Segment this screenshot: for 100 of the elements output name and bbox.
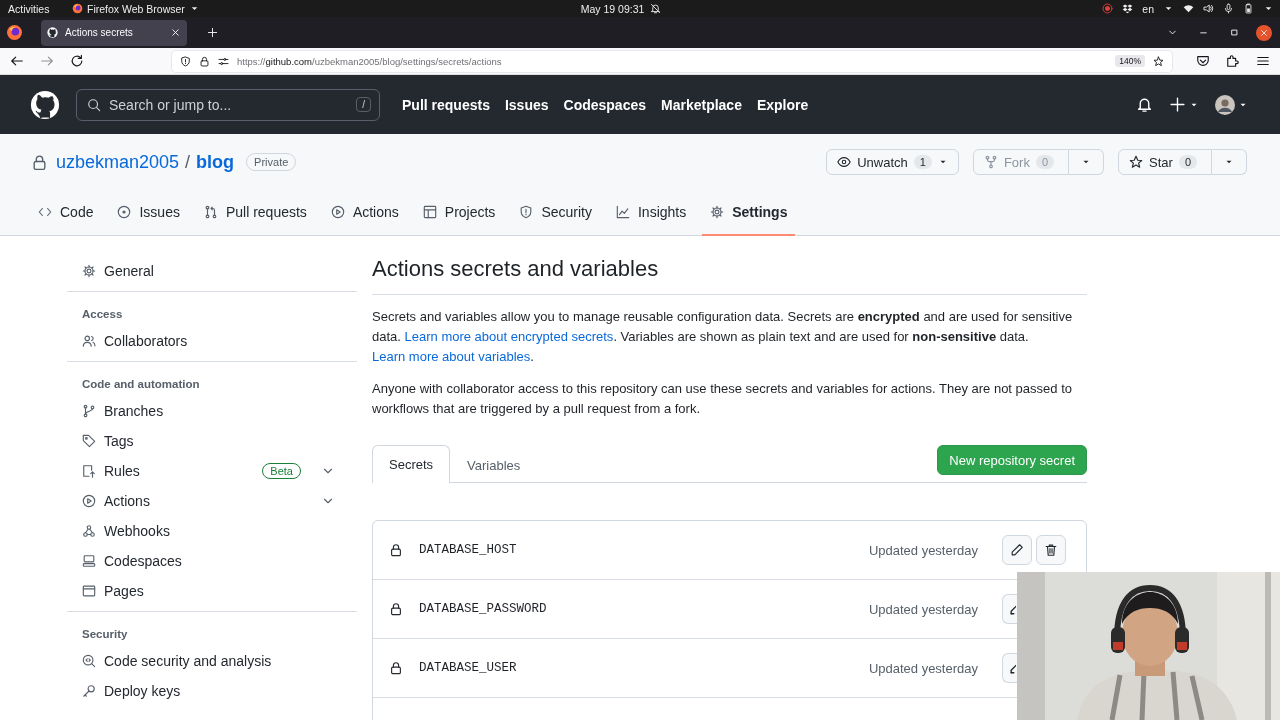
updated-text: Updated yesterday (868, 601, 978, 617)
restore-icon (1229, 27, 1240, 38)
codespaces-icon (82, 554, 96, 568)
secret-name: DATABASE_PASSWORD (419, 602, 547, 616)
volume-icon (1203, 3, 1214, 14)
reload-icon (70, 54, 84, 68)
counter: 1 (913, 155, 932, 169)
play-icon (330, 205, 345, 219)
sidebar-item[interactable]: Pages (67, 576, 357, 606)
section-heading: Access (81, 307, 124, 322)
sidebar-item[interactable]: Tags (67, 426, 357, 456)
activities-button[interactable]: Activities (8, 2, 72, 15)
avatar[interactable] (1215, 94, 1235, 115)
wifi-icon (1183, 3, 1194, 14)
description-text: Secrets and variables allow you to manage reusable configuration data. Secrets are encrypted and are used for sensitive data. Learn more about encrypted secrets. Variables are shown as plain text and are used for non-sensitive data. Learn more about variables. (372, 308, 1074, 366)
repo-tab[interactable]: Actions (322, 190, 407, 236)
sidebar-item[interactable]: Collaborators (67, 326, 357, 356)
nav-link[interactable]: Explore (756, 96, 809, 113)
counter: 0 (1035, 155, 1055, 169)
sidebar-item[interactable]: Codespaces (67, 546, 357, 576)
dropbox-icon (1122, 3, 1134, 14)
rules-icon (82, 464, 96, 478)
record-icon (1102, 3, 1114, 14)
description-text: Anyone with collaborator access to this repository can use these secrets and variables for actions. They are not passed to workflows that are triggered by a pull request from a fork. (372, 380, 1073, 418)
updated-text: Updated yesterday (868, 660, 978, 676)
github-icon (47, 27, 58, 38)
repo-tab[interactable]: Issues (109, 190, 188, 236)
graph-icon (615, 205, 630, 219)
page-title: Actions secrets and variables (372, 256, 1087, 295)
eye-icon (837, 155, 852, 169)
star-button[interactable]: Star 0 (1118, 149, 1212, 175)
shield-icon (519, 205, 534, 219)
edit-button[interactable] (1002, 535, 1032, 565)
star-icon (1129, 155, 1144, 169)
trash-icon (1044, 543, 1058, 557)
close-icon (170, 27, 181, 38)
fork-icon (983, 155, 998, 169)
new-tab-icon (207, 27, 218, 38)
app-menu[interactable]: Firefox Web Browser (72, 2, 200, 15)
sidebar-item[interactable]: Actions (67, 486, 357, 516)
bookmark-icon (1153, 55, 1164, 67)
address-bar[interactable]: https://github.com/uzbekman2005/blog/settings/secrets/actions 140% (172, 50, 1172, 72)
zoom-level[interactable]: 140% (1115, 55, 1145, 67)
nav-link[interactable]: Pull requests (402, 96, 490, 113)
lock-icon (389, 602, 403, 616)
repo-name-link[interactable]: blog (196, 151, 235, 173)
gear-icon (710, 205, 725, 219)
plus-icon (1169, 96, 1186, 113)
repo-tab[interactable]: Projects (414, 190, 504, 236)
nav-link[interactable]: Codespaces (563, 96, 646, 113)
microphone-icon (1223, 3, 1234, 14)
secret-name: DATABASE_USER (419, 661, 517, 675)
sidebar-item[interactable]: Webhooks (67, 516, 357, 546)
pencil-icon (1010, 543, 1024, 557)
delete-button[interactable] (1036, 535, 1066, 565)
repo-tab[interactable]: Settings (702, 190, 796, 236)
path-separator: / (185, 151, 191, 173)
tab[interactable]: Variables (450, 446, 538, 483)
watch-button[interactable]: Unwatch 1 (826, 149, 959, 175)
notifications-off-icon (650, 3, 662, 14)
browser-tab[interactable]: Actions secrets (41, 19, 187, 46)
code-icon (38, 205, 52, 219)
nav-link[interactable]: Marketplace (661, 96, 742, 113)
edit-button[interactable] (1002, 594, 1017, 624)
close-icon (1259, 27, 1269, 38)
people-icon (82, 334, 96, 348)
sidebar-item[interactable]: Rules Beta (67, 456, 357, 486)
forward-icon (40, 54, 54, 68)
clock[interactable]: May 19 09:31 (580, 2, 645, 15)
browser-icon (82, 584, 96, 598)
firefox-icon (72, 3, 83, 14)
branch-icon (82, 404, 96, 418)
menu-icon (1256, 54, 1270, 68)
owner-link[interactable]: uzbekman2005 (56, 151, 180, 173)
pull-request-icon (203, 205, 218, 219)
sidebar-item[interactable]: Deploy keys (67, 676, 357, 706)
nav-link[interactable]: Issues (504, 96, 549, 113)
firefox-icon (6, 24, 23, 41)
sidebar-item[interactable]: Branches (67, 396, 357, 426)
edit-button[interactable] (1002, 653, 1017, 683)
search-field[interactable]: Search or jump to... / (76, 88, 380, 121)
repo-tab[interactable]: Insights (607, 190, 695, 236)
search-icon (87, 97, 101, 112)
logo-icon (30, 89, 60, 120)
extensions-icon (1226, 54, 1240, 68)
language-menu[interactable]: en (1142, 2, 1154, 15)
tag-icon (82, 434, 96, 448)
shortcut-key: / (356, 97, 371, 112)
shield-icon (180, 55, 191, 67)
code-scan-icon (82, 654, 96, 668)
tab[interactable]: Secrets (372, 445, 451, 483)
repo-tab[interactable]: Code (30, 190, 102, 236)
key-icon (82, 684, 96, 698)
lock-icon (31, 153, 48, 171)
sidebar-item[interactable]: Code security and analysis (67, 646, 357, 676)
repo-tab[interactable]: Security (511, 190, 600, 236)
sidebar-item[interactable]: General (67, 256, 357, 286)
repo-tab[interactable]: Pull requests (195, 190, 315, 236)
counter: 0 (1178, 155, 1197, 169)
gear-icon (82, 264, 96, 278)
